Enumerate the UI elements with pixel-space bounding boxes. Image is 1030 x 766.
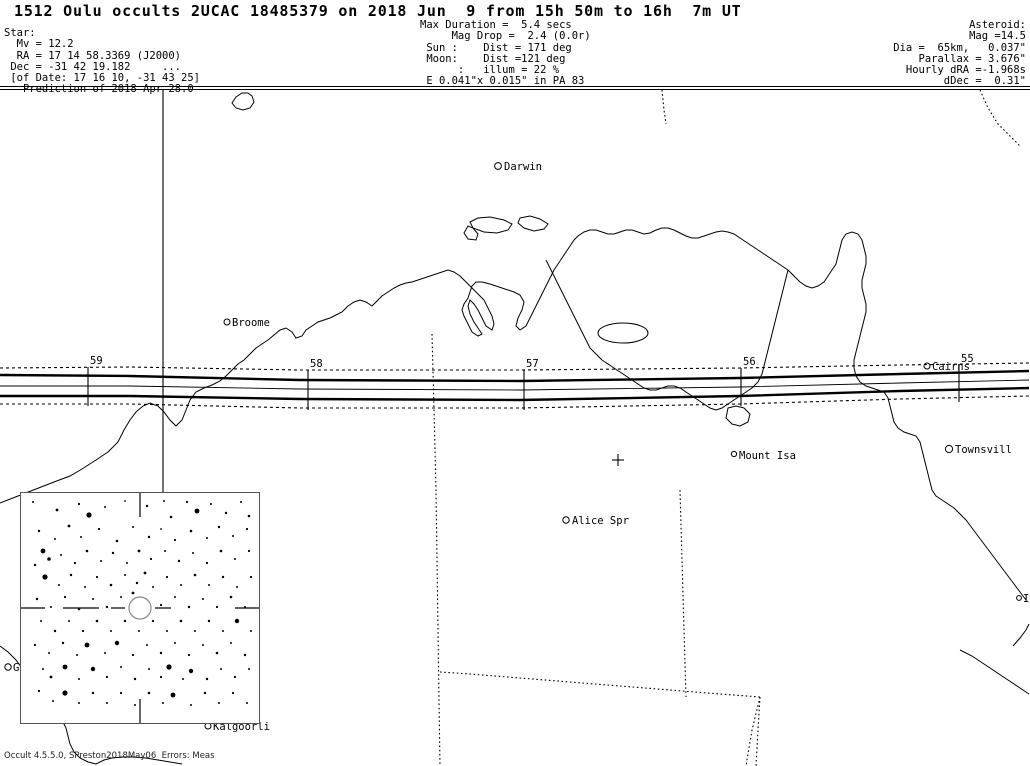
northern-path-limit [0, 369, 1030, 383]
asteroid-info-block: Asteroid: Mag =14.5 Dia = 65km, 0.037" P… [893, 19, 1026, 88]
path-tick-label: 56 [743, 356, 756, 368]
city-label-townsville: Townsvill [955, 444, 1012, 456]
city-marker-geraldton [4, 663, 12, 671]
city-label-cairns: Cairns [932, 361, 970, 373]
city-marker-darwin [494, 162, 502, 170]
city-label-mount-isa: Mount Isa [739, 450, 796, 462]
credit-line: Occult 4.5.5.0, SPreston2018May06 Errors… [4, 751, 215, 761]
southern-error-limit [0, 395, 1030, 409]
map-centre-marker [612, 454, 624, 466]
city-label-geraldton: G [13, 662, 19, 674]
page-title: 1512 Oulu occults 2UCAC 18485379 on 2018… [14, 2, 742, 20]
inset-stars [32, 500, 253, 706]
header-panel: 1512 Oulu occults 2UCAC 18485379 on 2018… [0, 0, 1030, 95]
path-tick-label: 58 [310, 358, 323, 370]
path-tick-label: 59 [90, 355, 103, 367]
inset-crosshairs [21, 493, 259, 723]
city-marker-broome [223, 318, 231, 326]
city-label-broome: Broome [232, 317, 270, 329]
northern-error-limit [0, 362, 1030, 371]
city-label-alice-springs: Alice Spr [572, 515, 629, 527]
city-marker-edge-site [1016, 595, 1022, 601]
event-info-block: Max Duration = 5.4 secs Mag Drop = 2.4 (… [420, 19, 591, 88]
city-marker-cairns [923, 362, 931, 370]
occultation-path [0, 362, 1030, 409]
star-field-inset[interactable] [20, 492, 260, 724]
city-label-edge-site: I [1023, 593, 1029, 605]
header-divider-upper [0, 86, 1030, 87]
city-marker-mount-isa [730, 450, 738, 458]
target-star-marker [128, 596, 152, 620]
city-marker-townsville [944, 444, 954, 454]
state-border-layer [431, 90, 1021, 766]
city-label-darwin: Darwin [504, 161, 542, 173]
path-tick-label: 57 [526, 358, 539, 370]
city-marker-alice-springs [562, 516, 570, 524]
